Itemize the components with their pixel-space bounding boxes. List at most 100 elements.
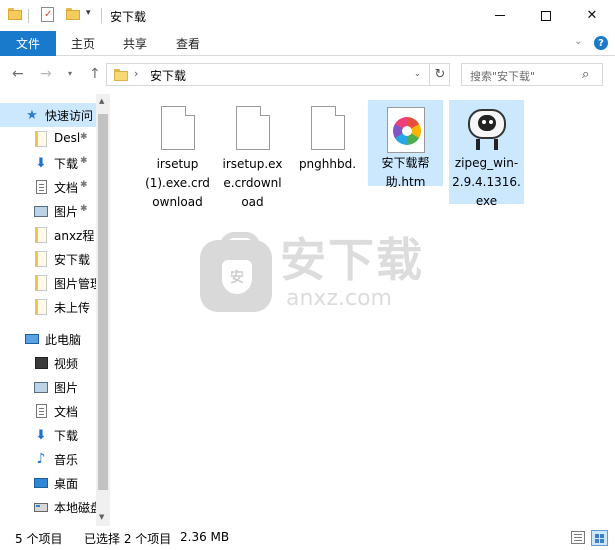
customize-toolbar-dropdown[interactable]: ▾ bbox=[86, 8, 91, 18]
sidebar-item-anxz[interactable]: anxz程 bbox=[0, 223, 96, 247]
selection-count: 已选择 2 个项目 bbox=[84, 532, 172, 546]
document-icon bbox=[34, 404, 48, 418]
sidebar-item-label: 图片管理 bbox=[54, 277, 96, 291]
file-name: oad bbox=[241, 195, 264, 209]
folder-icon bbox=[34, 251, 48, 267]
app-folder-icon bbox=[8, 8, 22, 20]
sidebar-item-label: 视频 bbox=[54, 357, 79, 371]
sidebar-item-label: 此电脑 bbox=[45, 333, 82, 347]
tab-file[interactable]: 文件 bbox=[0, 31, 56, 56]
title-divider bbox=[101, 8, 102, 23]
folder-icon bbox=[114, 69, 128, 81]
scroll-down-icon[interactable]: ▼ bbox=[99, 513, 104, 521]
close-button[interactable]: ✕ bbox=[569, 0, 615, 31]
file-view[interactable]: irsetup (1).exe.crd ownload irsetup.ex e… bbox=[110, 94, 615, 526]
file-name: ownload bbox=[152, 195, 203, 209]
forward-button[interactable]: → bbox=[40, 66, 52, 82]
sidebar-item-label: 文档 bbox=[54, 405, 79, 419]
selection-size: 2.36 MB bbox=[180, 530, 230, 544]
desktop-icon bbox=[34, 476, 48, 490]
expand-ribbon-icon[interactable]: ⌄ bbox=[574, 36, 582, 47]
file-name: 助.htm bbox=[385, 175, 426, 189]
file-item[interactable]: pnghhbd. bbox=[290, 100, 365, 175]
file-name: zipeg_win- bbox=[454, 156, 519, 170]
navigation-bar: ← → ▾ ↑ › 安下载 ⌄ ↻ 搜索"安下载" ⌕ bbox=[0, 56, 615, 94]
sidebar-item-label: 下载 bbox=[54, 157, 79, 171]
sidebar-item-documents[interactable]: 文档 bbox=[0, 399, 96, 423]
sidebar-item-anxiazai[interactable]: 安下载 bbox=[0, 247, 96, 271]
sidebar-item-documents-pinned[interactable]: 文档 ✱ bbox=[0, 175, 96, 199]
sidebar-item-pictures[interactable]: 图片 bbox=[0, 375, 96, 399]
ribbon-tabs: 文件 主页 共享 查看 ⌄ ? bbox=[0, 31, 615, 56]
recent-locations-dropdown[interactable]: ▾ bbox=[68, 69, 72, 78]
sidebar-item-label: 图片 bbox=[54, 205, 79, 219]
sidebar-item-downloads-pinned[interactable]: ⬇ 下载 ✱ bbox=[0, 151, 96, 175]
sidebar-item-label: 本地磁盘 bbox=[54, 501, 96, 515]
item-count: 5 个项目 bbox=[15, 532, 63, 546]
sidebar-item-not-uploaded[interactable]: 未上传 bbox=[0, 295, 96, 319]
navigation-pane: ★ 快速访问 Desl ✱ ⬇ 下载 ✱ 文档 ✱ 图片 ✱ anxz程 安下载… bbox=[0, 94, 110, 526]
file-item[interactable]: irsetup.ex e.crdownl oad bbox=[215, 100, 290, 213]
refresh-button[interactable]: ↻ bbox=[429, 64, 450, 85]
pin-icon: ✱ bbox=[80, 180, 88, 190]
scroll-up-icon[interactable]: ▲ bbox=[99, 97, 104, 105]
picture-icon bbox=[34, 380, 48, 394]
back-button[interactable]: ← bbox=[12, 66, 24, 82]
sidebar-item-music[interactable]: ♪ 音乐 bbox=[0, 447, 96, 471]
sidebar-item-quick-access[interactable]: ★ 快速访问 bbox=[0, 103, 96, 127]
sidebar-item-label: 文档 bbox=[54, 181, 79, 195]
sidebar-item-label: 下载 bbox=[54, 429, 79, 443]
file-name: exe bbox=[475, 194, 498, 208]
maximize-button[interactable] bbox=[523, 0, 569, 31]
up-button[interactable]: ↑ bbox=[89, 66, 101, 82]
address-bar[interactable]: › 安下载 ⌄ ↻ bbox=[106, 63, 450, 86]
tab-share[interactable]: 共享 bbox=[123, 31, 147, 56]
properties-button[interactable]: ✓ bbox=[41, 7, 54, 22]
download-icon: ⬇ bbox=[35, 155, 47, 171]
sidebar-item-label: 快速访问 bbox=[45, 109, 94, 123]
sidebar-item-local-disk[interactable]: 本地磁盘 bbox=[0, 495, 96, 519]
sidebar-item-this-pc[interactable]: 此电脑 bbox=[0, 327, 96, 351]
music-icon: ♪ bbox=[36, 451, 46, 467]
search-input[interactable]: 搜索"安下载" ⌕ bbox=[461, 63, 603, 86]
search-icon[interactable]: ⌕ bbox=[582, 67, 589, 82]
tab-view[interactable]: 查看 bbox=[176, 31, 200, 56]
folder-icon bbox=[34, 131, 48, 147]
file-name: pnghhbd. bbox=[298, 157, 357, 171]
folder-icon bbox=[34, 227, 48, 243]
file-name: 2.9.4.1316. bbox=[452, 175, 521, 189]
sidebar-item-desktop-pinned[interactable]: Desl ✱ bbox=[0, 127, 96, 151]
details-view-icon[interactable] bbox=[571, 531, 585, 544]
search-placeholder: 搜索"安下载" bbox=[470, 70, 536, 83]
tab-home[interactable]: 主页 bbox=[71, 31, 95, 56]
sidebar-item-downloads[interactable]: ⬇ 下载 bbox=[0, 423, 96, 447]
sidebar-item-picture-manager[interactable]: 图片管理 bbox=[0, 271, 96, 295]
breadcrumb-current[interactable]: 安下载 bbox=[150, 67, 186, 84]
close-icon: ✕ bbox=[586, 8, 598, 23]
file-item[interactable]: irsetup (1).exe.crd ownload bbox=[140, 100, 215, 213]
sidebar-item-label: 安下载 bbox=[54, 253, 91, 267]
folder-icon bbox=[34, 275, 48, 291]
pin-icon: ✱ bbox=[80, 204, 88, 214]
scrollbar-thumb[interactable] bbox=[98, 114, 108, 490]
breadcrumb-chevron-icon[interactable]: › bbox=[134, 67, 138, 80]
local-disk-icon bbox=[34, 500, 48, 514]
sidebar-item-videos[interactable]: 视频 bbox=[0, 351, 96, 375]
document-icon bbox=[34, 180, 48, 194]
large-icons-view-icon[interactable] bbox=[591, 530, 608, 546]
help-icon[interactable]: ? bbox=[594, 36, 608, 50]
sidebar-scrollbar[interactable]: ▲ ▼ bbox=[96, 94, 110, 526]
sidebar-item-pictures-pinned[interactable]: 图片 ✱ bbox=[0, 199, 96, 223]
status-bar: 5 个项目 已选择 2 个项目 2.36 MB bbox=[0, 526, 615, 550]
blank-file-icon bbox=[235, 106, 270, 150]
sidebar-item-desktop[interactable]: 桌面 bbox=[0, 471, 96, 495]
window-title: 安下载 bbox=[110, 10, 147, 24]
address-history-dropdown[interactable]: ⌄ bbox=[414, 69, 421, 78]
new-folder-button[interactable] bbox=[66, 8, 80, 20]
file-item-selected[interactable]: 安下载帮 助.htm bbox=[368, 100, 443, 189]
pinwheel-htm-icon bbox=[386, 107, 425, 153]
file-item-selected[interactable]: zipeg_win- 2.9.4.1316. exe bbox=[449, 100, 524, 208]
blank-file-icon bbox=[310, 106, 345, 150]
minimize-button[interactable] bbox=[477, 0, 523, 31]
sidebar-item-label: 桌面 bbox=[54, 477, 79, 491]
